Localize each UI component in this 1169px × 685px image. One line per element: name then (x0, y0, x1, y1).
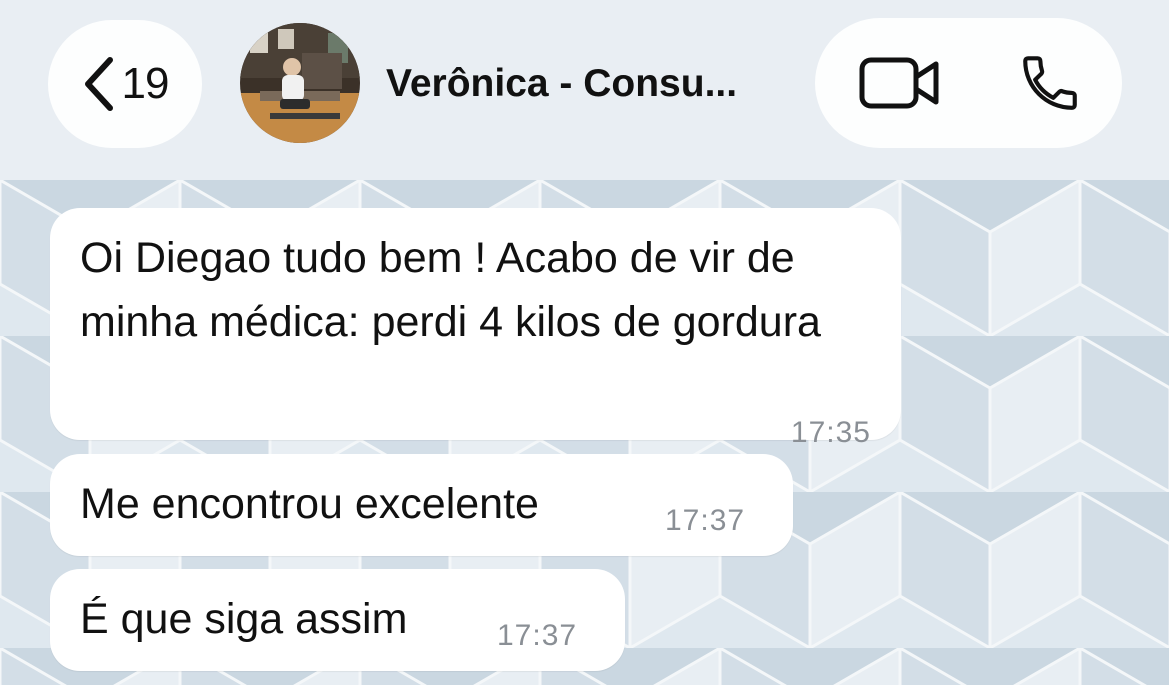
message-text: Oi Diegao tudo bem ! Acabo de vir de min… (80, 234, 821, 346)
message-timestamp: 17:35 (790, 416, 871, 449)
message-text: É que siga assim (80, 595, 408, 643)
chevron-left-icon (84, 57, 113, 111)
message-timestamp: 17:37 (497, 619, 578, 652)
voice-call-button[interactable] (995, 18, 1105, 148)
video-call-button[interactable] (845, 18, 955, 148)
message-timestamp: 17:37 (665, 504, 746, 537)
message-bubble[interactable]: Me encontrou excelente 17:37 (50, 454, 793, 556)
chat-header: 19 Verônica - Consu... (0, 0, 1169, 180)
avatar-photo (240, 23, 360, 143)
message-bubble[interactable]: Oi Diegao tudo bem ! Acabo de vir de min… (50, 208, 901, 449)
message-list[interactable]: Oi Diegao tudo bem ! Acabo de vir de min… (0, 180, 1169, 685)
video-camera-icon (859, 57, 939, 109)
call-actions (815, 18, 1122, 148)
message-bubble[interactable]: É que siga assim 17:37 (50, 569, 625, 671)
avatar[interactable] (240, 23, 360, 143)
message-text: Me encontrou excelente (80, 480, 539, 528)
contact-name[interactable]: Verônica - Consu... (386, 62, 737, 106)
back-button[interactable]: 19 (48, 20, 202, 148)
phone-icon (1023, 56, 1077, 110)
unread-count: 19 (121, 59, 170, 108)
